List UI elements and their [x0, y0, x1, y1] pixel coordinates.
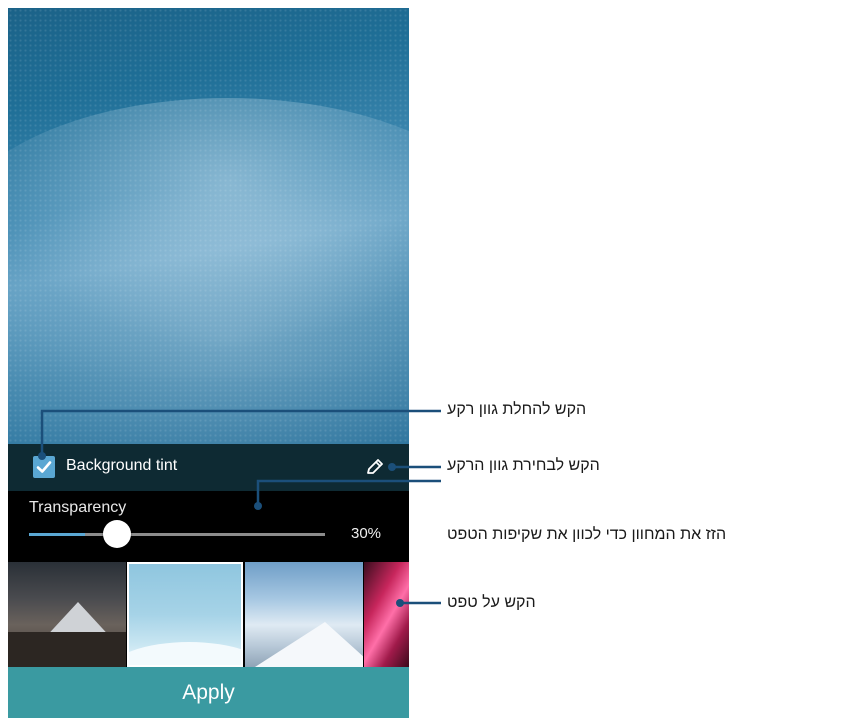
- wallpaper-settings-screen: Background tint Transparency 30% Apply: [8, 8, 409, 718]
- slider-fill: [29, 533, 85, 536]
- wallpaper-preview: [8, 8, 409, 444]
- snow-slope: [255, 622, 363, 667]
- background-tint-checkbox[interactable]: [33, 456, 55, 478]
- sand-texture: [8, 8, 409, 444]
- apply-button[interactable]: Apply: [8, 667, 409, 718]
- transparency-slider[interactable]: [29, 520, 325, 548]
- callout-drag-slider: הזז את המחוון כדי לכוון את שקיפות הטפט: [447, 526, 727, 543]
- background-tint-bar: Background tint: [8, 444, 409, 491]
- callout-choose-tint: הקש לבחירת גוון הרקע: [447, 457, 600, 474]
- callout-tap-wallpaper: הקש על טפט: [447, 594, 536, 611]
- wallpaper-thumb-snow[interactable]: [245, 562, 363, 667]
- pencil-icon[interactable]: [364, 456, 386, 478]
- transparency-value: 30%: [351, 525, 382, 542]
- background-tint-label: Background tint: [66, 457, 178, 474]
- wallpaper-thumb-red-abstract[interactable]: [364, 562, 409, 667]
- slider-thumb[interactable]: [103, 520, 131, 548]
- wallpaper-thumb-mountain[interactable]: [8, 562, 126, 667]
- callout-enable-tint: הקש להחלת גוון רקע: [447, 401, 587, 418]
- transparency-section: Transparency 30%: [8, 491, 409, 562]
- wallpaper-thumb-dune-selected[interactable]: [127, 562, 243, 667]
- checkmark-icon: [36, 461, 52, 473]
- dune-hill: [129, 642, 241, 665]
- wallpaper-thumbnails: [8, 562, 409, 667]
- transparency-label: Transparency: [29, 499, 127, 516]
- mountain-ridge: [8, 632, 126, 667]
